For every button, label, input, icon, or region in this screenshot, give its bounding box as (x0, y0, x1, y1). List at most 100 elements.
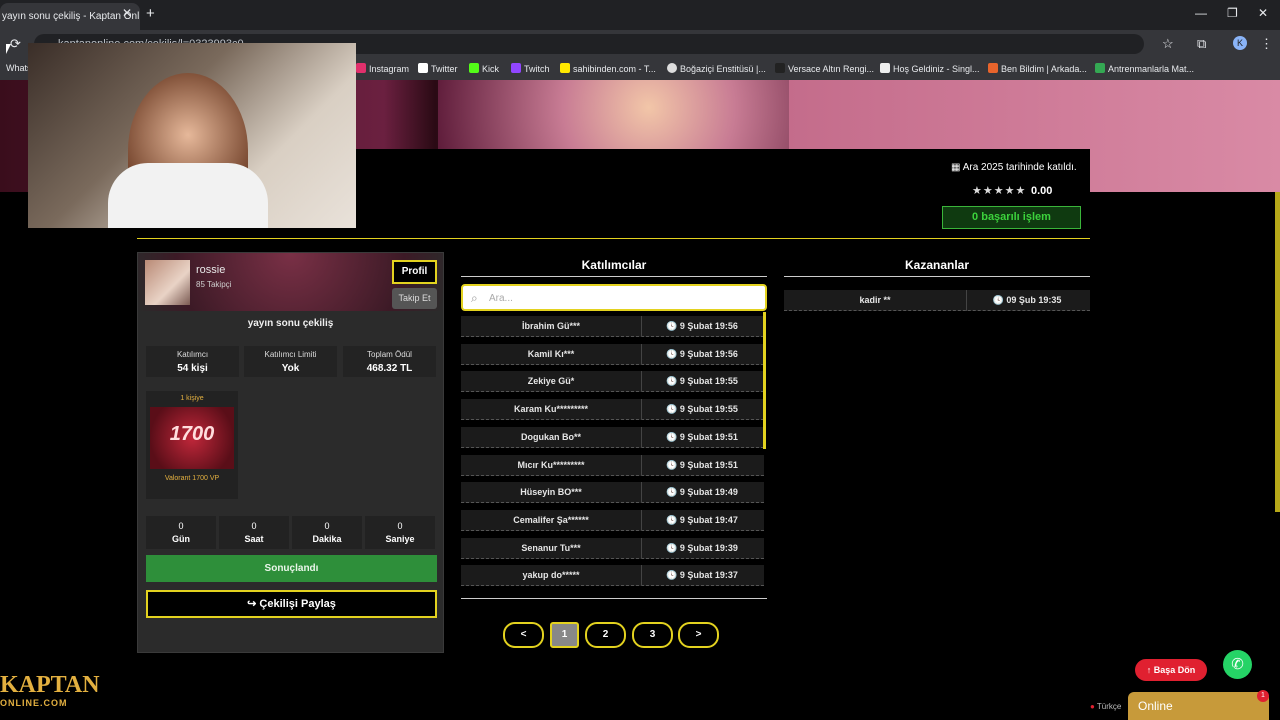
language-label: Türkçe (1096, 702, 1122, 711)
rating-stars: ★★★★★ (972, 185, 1027, 197)
search-box[interactable]: ⌕ (461, 284, 767, 311)
countdown-value: 0 (397, 521, 403, 531)
close-window-button[interactable]: ✕ (1258, 6, 1268, 20)
bookmark-versace[interactable]: Versace Altın Rengi... (775, 63, 874, 74)
site-logo[interactable]: KAPTAN ONLINE.COM (0, 672, 100, 712)
bookmark-twitch[interactable]: Twitch (511, 63, 550, 74)
participant-name: Zekiye Gü* (527, 376, 575, 386)
countdown-value: 0 (251, 521, 257, 531)
stat-label: Katılımcı (176, 350, 209, 359)
online-chat-widget[interactable]: Online (1128, 692, 1269, 720)
joined-date: ▦ Ara 2025 tarihinde katıldı. (951, 162, 1077, 173)
prize-name: Valorant 1700 VP (164, 475, 220, 482)
participant-name: Kamil Kı*** (527, 349, 575, 359)
calendar-icon: ▦ (951, 162, 963, 173)
back-to-top-button[interactable]: ↑ Başa Dön (1135, 659, 1207, 681)
winner-name: kadir ** (859, 295, 891, 305)
flag-icon: ● (1090, 702, 1097, 711)
menu-icon[interactable]: ⋮ (1260, 36, 1273, 52)
bookmark-label: Versace Altın Rengi... (788, 64, 875, 74)
follow-button[interactable]: Takip Et (392, 288, 437, 309)
joined-text: Ara 2025 tarihinde katıldı. (962, 162, 1077, 173)
kick-icon (469, 63, 479, 73)
list-scrollbar[interactable] (763, 312, 766, 449)
bookmark-label: Twitter (431, 64, 458, 74)
giveaway-title: yayın sonu çekiliş (247, 318, 334, 329)
countdown-unit: Saniye (385, 534, 415, 544)
table-row: Cemalifer Şa****** 🕓 9 Şubat 19:47 (461, 510, 764, 531)
bookmark-label: Instagram (369, 64, 410, 74)
follower-count: 85 Takipçi (196, 280, 232, 289)
bookmark-benbildim[interactable]: Ben Bildim | Arkada... (988, 63, 1087, 74)
page-scrollbar[interactable] (1275, 192, 1280, 512)
countdown-value: 0 (178, 521, 184, 531)
pagination-page-1[interactable]: 1 (550, 622, 579, 648)
globe-icon (667, 63, 677, 73)
bookmark-label: Ben Bildim | Arkada... (1001, 64, 1087, 74)
participant-name: yakup do***** (522, 570, 580, 580)
participant-name: Cemalifer Şa****** (513, 515, 589, 525)
prize-card[interactable]: 1 kişiye 1700 Valorant 1700 VP (146, 391, 238, 499)
participants-title: Katılımcılar (581, 258, 647, 272)
stat-label: Toplam Ödül (367, 350, 412, 359)
twitter-icon (418, 63, 428, 73)
countdown-days: 0 Gün (146, 516, 216, 549)
table-row: kadir ** 🕓 09 Şub 19:35 (784, 290, 1090, 311)
participant-date: 🕓 9 Şubat 19:39 (666, 543, 738, 553)
table-row: yakup do***** 🕓 9 Şubat 19:37 (461, 565, 764, 586)
logo-text-bottom: ONLINE.COM (0, 698, 68, 708)
table-row: Hüseyin BO*** 🕓 9 Şubat 19:49 (461, 482, 764, 503)
search-icon: ⌕ (471, 291, 478, 305)
share-button[interactable]: ↪ Çekilişi Paylaş (146, 590, 437, 618)
profile-button[interactable]: Profil (392, 260, 437, 284)
mouse-cursor-icon (6, 44, 11, 54)
bookmark-star-icon[interactable]: ☆ (1162, 36, 1174, 52)
pagination-page-2[interactable]: 2 (585, 622, 626, 648)
winner-date: 🕓 09 Şub 19:35 (992, 295, 1062, 305)
browser-tab[interactable]: yayın sonu çekiliş - Kaptan Onl... (0, 3, 140, 30)
table-row: Senanur Tu*** 🕓 9 Şubat 19:39 (461, 538, 764, 559)
profile-avatar[interactable]: K (1233, 36, 1247, 50)
stat-label: Katılımcı Limiti (264, 350, 317, 359)
search-input[interactable] (489, 290, 759, 306)
bookmark-bogazici[interactable]: Boğaziçi Enstitüsü |... (667, 63, 766, 74)
maximize-button[interactable]: ❐ (1227, 6, 1238, 20)
countdown-seconds: 0 Saniye (365, 516, 435, 549)
pagination-next[interactable]: > (678, 622, 719, 648)
bookmark-sahibinden[interactable]: sahibinden.com - T... (560, 63, 656, 74)
extensions-icon[interactable]: ⧉ (1197, 36, 1206, 52)
table-row: Kamil Kı*** 🕓 9 Şubat 19:56 (461, 344, 764, 365)
pagination-page-3[interactable]: 3 (632, 622, 673, 648)
participants-rule (461, 276, 767, 277)
avatar[interactable] (145, 260, 190, 305)
pagination-prev[interactable]: < (503, 622, 544, 648)
winners-title: Kazananlar (904, 258, 970, 272)
participant-date: 🕓 9 Şubat 19:47 (666, 515, 738, 525)
countdown-unit: Dakika (312, 534, 342, 544)
browser-tab-bar: yayın sonu çekiliş - Kaptan Onl... ✕ + —… (0, 0, 1280, 30)
language-selector[interactable]: ● Türkçe (1090, 702, 1121, 711)
prize-count: 1 kişiye (180, 395, 204, 402)
bookmark-singl[interactable]: Hoş Geldiniz - Singl... (880, 63, 980, 74)
host-username[interactable]: rossie (196, 264, 225, 276)
participant-name: Hüseyin BO*** (520, 487, 582, 497)
stat-value: 54 kişi (177, 363, 208, 374)
bookmark-label: Boğaziçi Enstitüsü |... (680, 64, 766, 74)
bookmark-twitter[interactable]: Twitter (418, 63, 458, 74)
bookmark-antrenman[interactable]: Antrenmanlarla Mat... (1095, 63, 1194, 74)
table-row: Zekiye Gü* 🕓 9 Şubat 19:55 (461, 371, 764, 392)
versace-icon (775, 63, 785, 73)
countdown-minutes: 0 Dakika (292, 516, 362, 549)
tab-close-icon[interactable]: ✕ (122, 6, 132, 20)
page-icon (880, 63, 890, 73)
bookmark-kick[interactable]: Kick (469, 63, 499, 74)
participant-date: 🕓 9 Şubat 19:51 (666, 432, 738, 442)
completed-button[interactable]: Sonuçlandı (146, 555, 437, 582)
whatsapp-icon[interactable]: ✆ (1223, 650, 1252, 679)
logo-text-top: KAPTAN (0, 672, 100, 698)
new-tab-button[interactable]: + (146, 5, 155, 22)
tab-title: yayın sonu çekiliş - Kaptan Onl... (2, 11, 140, 22)
reload-icon[interactable]: ⟳ (10, 36, 21, 52)
bookmark-instagram[interactable]: Instagram (356, 63, 409, 74)
minimize-button[interactable]: — (1195, 6, 1207, 20)
